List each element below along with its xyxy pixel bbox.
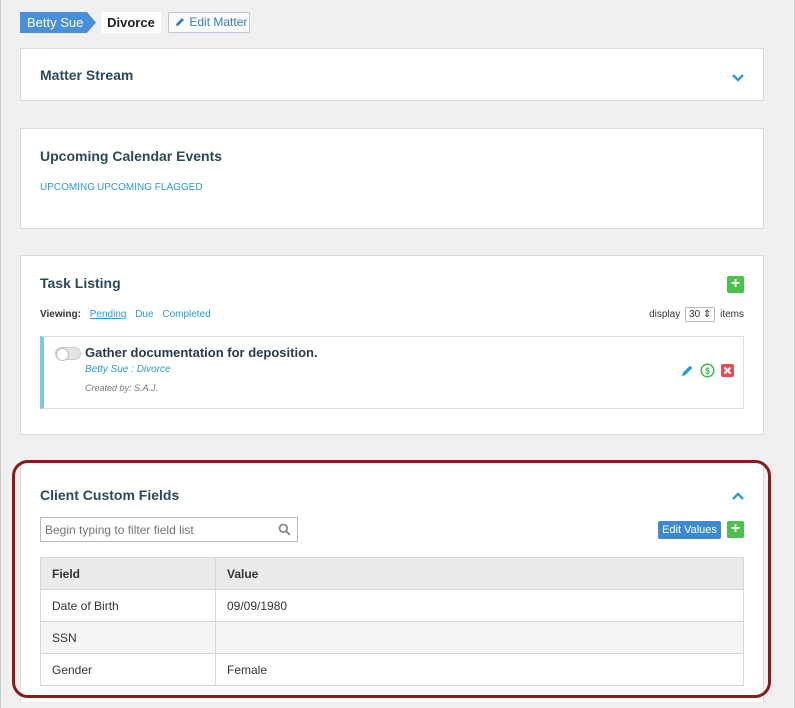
plus-icon: + (730, 520, 741, 537)
breadcrumb-matter[interactable]: Divorce (101, 12, 161, 33)
tab-upcoming-flagged[interactable]: UPCOMING FLAGGED (97, 182, 203, 193)
custom-fields-panel: Client Custom Fields Edit Values + Field… (20, 462, 764, 702)
filter-completed[interactable]: Completed (162, 309, 210, 320)
page-frame: Betty Sue Divorce Edit Matter Matter Str… (0, 0, 795, 708)
display-count-control: display 30 ⇕ items (649, 307, 744, 322)
field-name-cell: SSN (40, 621, 216, 654)
column-header-field: Field (40, 557, 216, 590)
filter-field-input[interactable] (40, 517, 298, 542)
task-complete-toggle[interactable] (55, 347, 81, 361)
edit-values-button[interactable]: Edit Values (658, 521, 721, 539)
calendar-title: Upcoming Calendar Events (40, 148, 223, 164)
field-value-cell (215, 621, 744, 654)
table-header-row: Field Value (40, 557, 744, 590)
task-title[interactable]: Gather documentation for deposition. (85, 345, 318, 360)
filter-due[interactable]: Due (135, 309, 153, 320)
plus-icon: + (730, 275, 741, 292)
viewing-label: Viewing: (40, 309, 81, 320)
column-header-value: Value (215, 557, 744, 590)
items-label: items (720, 309, 744, 320)
table-row: SSN (40, 621, 744, 654)
task-item[interactable]: Gather documentation for deposition. Bet… (40, 336, 744, 409)
breadcrumb-client[interactable]: Betty Sue (20, 12, 96, 33)
custom-fields-title: Client Custom Fields (40, 487, 180, 503)
dollar-icon[interactable]: $ (700, 363, 715, 378)
task-matter-link[interactable]: Betty Sue : Divorce (85, 364, 171, 375)
viewing-filter: Viewing: Pending Due Completed (40, 309, 211, 320)
field-value-cell: 09/09/1980 (215, 589, 744, 622)
edit-matter-button[interactable]: Edit Matter (168, 12, 250, 33)
display-count-value: 30 (689, 309, 701, 320)
field-value-cell: Female (215, 653, 744, 686)
field-name-cell: Gender (40, 653, 216, 686)
task-created-by: Created by: S.A.J. (85, 383, 159, 393)
chevron-up-icon[interactable] (731, 491, 745, 501)
svg-text:$: $ (705, 366, 710, 376)
custom-fields-table: Field Value Date of Birth 09/09/1980 SSN… (40, 557, 744, 686)
edit-task-pencil-icon[interactable] (680, 363, 695, 378)
task-listing-panel: Task Listing + Viewing: Pending Due Comp… (20, 255, 764, 435)
matter-stream-title: Matter Stream (40, 67, 134, 83)
display-count-select[interactable]: 30 ⇕ (685, 307, 716, 322)
display-label: display (649, 309, 681, 320)
add-task-button[interactable]: + (727, 276, 744, 293)
field-name-cell: Date of Birth (40, 589, 216, 622)
tab-upcoming[interactable]: UPCOMING (40, 182, 95, 193)
matter-stream-panel: Matter Stream (20, 48, 764, 101)
task-listing-title: Task Listing (40, 275, 121, 291)
delete-icon[interactable] (720, 363, 735, 378)
calendar-panel: Upcoming Calendar Events UPCOMING UPCOMI… (20, 128, 764, 229)
filter-pending[interactable]: Pending (90, 309, 127, 320)
search-icon (278, 523, 291, 536)
table-row: Date of Birth 09/09/1980 (40, 589, 744, 622)
table-row: Gender Female (40, 653, 744, 686)
edit-matter-label: Edit Matter (189, 15, 248, 29)
add-field-button[interactable]: + (727, 521, 744, 538)
pencil-icon (176, 18, 184, 26)
chevron-down-icon[interactable] (731, 73, 745, 83)
